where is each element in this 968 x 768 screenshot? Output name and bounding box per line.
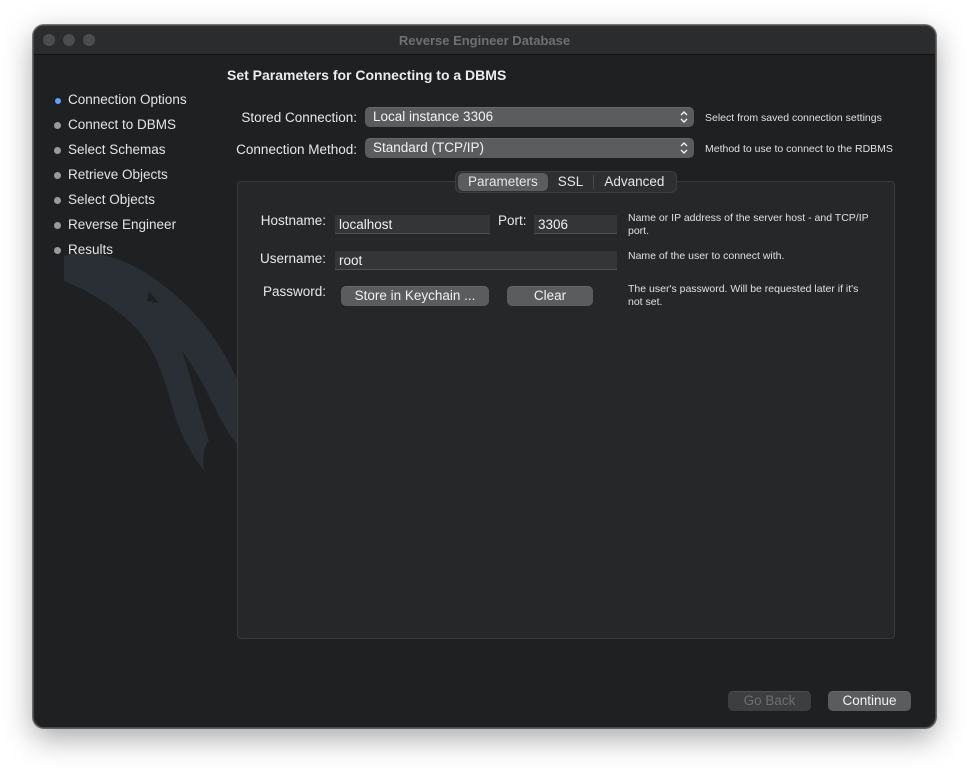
hostname-label: Hostname: [260,213,326,228]
popup-arrows-icon [680,142,688,154]
step-dot-icon [54,197,61,204]
hostname-input[interactable]: localhost [335,215,490,234]
username-label: Username: [259,251,326,266]
continue-button[interactable]: Continue [828,691,911,711]
stored-connection-value: Local instance 3306 [373,109,494,124]
step-dot-icon [54,247,61,254]
parameters-panel [237,181,895,639]
step-label: Select Schemas [68,142,166,157]
stored-connection-hint: Select from saved connection settings [705,112,882,124]
step-dot-icon [54,147,61,154]
step-label: Connect to DBMS [68,117,177,132]
step-label: Connection Options [68,92,187,107]
password-hint-line1: The user's password. Will be requested l… [628,283,859,295]
popup-arrows-icon [680,111,688,123]
step-dot-icon [54,222,61,229]
active-step-dot-icon [55,98,61,104]
page-heading: Set Parameters for Connecting to a DBMS [227,67,507,83]
clear-password-button[interactable]: Clear [507,286,593,306]
go-back-button[interactable]: Go Back [728,691,811,711]
store-in-keychain-button[interactable]: Store in Keychain ... [341,286,489,306]
stored-connection-select[interactable]: Local instance 3306 [365,107,694,127]
step-label: Reverse Engineer [68,217,177,232]
step-label: Select Objects [68,192,156,207]
tab-parameters[interactable]: Parameters [458,173,548,191]
port-label: Port: [498,213,527,228]
username-input[interactable]: root [335,251,617,270]
step-dot-icon [54,122,61,129]
connection-method-value: Standard (TCP/IP) [373,140,485,155]
window-title: Reverse Engineer Database [398,33,571,48]
tab-advanced[interactable]: Advanced [594,173,674,191]
port-input[interactable]: 3306 [534,215,617,234]
connection-method-label: Connection Method: [236,142,357,157]
connection-method-hint: Method to use to connect to the RDBMS [705,143,893,155]
tab-ssl[interactable]: SSL [548,173,594,191]
connection-method-select[interactable]: Standard (TCP/IP) [365,138,694,158]
title-bar: Reverse Engineer Database [34,26,935,55]
reverse-engineer-window: Reverse Engineer Database Connection Opt… [33,25,936,728]
username-hint: Name of the user to connect with. [628,250,785,262]
password-label: Password: [262,284,326,299]
hostname-hint-line2: port. [628,225,650,237]
password-hint-line2: not set. [628,296,663,308]
step-label: Retrieve Objects [68,167,168,182]
stored-connection-label: Stored Connection: [241,110,357,125]
tab-bar: Parameters SSL Advanced [455,171,678,193]
step-label: Results [68,242,114,257]
hostname-hint-line1: Name or IP address of the server host - … [628,212,869,224]
step-dot-icon [54,172,61,179]
